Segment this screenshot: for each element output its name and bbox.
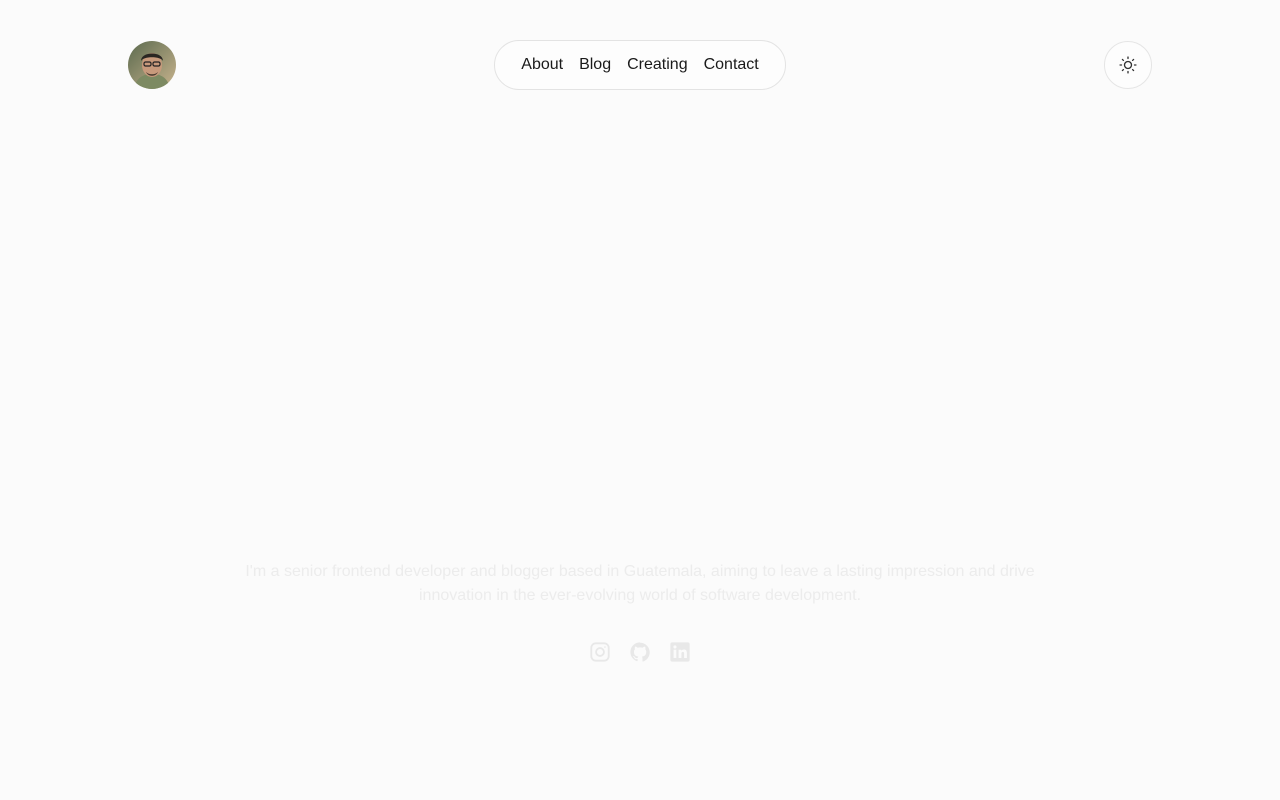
avatar	[128, 41, 176, 89]
social-links	[580, 632, 700, 672]
instagram-link[interactable]	[589, 641, 611, 663]
intro-text: I'm a senior frontend developer and blog…	[245, 563, 1035, 604]
github-link[interactable]	[629, 641, 651, 663]
main-nav: About Blog Creating Contact	[494, 40, 786, 90]
nav-item-about[interactable]: About	[513, 41, 571, 89]
theme-toggle-button[interactable]	[1104, 41, 1152, 89]
github-icon	[630, 642, 650, 662]
nav-item-blog[interactable]: Blog	[571, 41, 619, 89]
nav-item-contact[interactable]: Contact	[696, 41, 767, 89]
page: About Blog Creating Contact I'm a senior…	[0, 0, 1280, 800]
avatar-link[interactable]	[128, 41, 176, 89]
linkedin-icon	[670, 642, 690, 662]
linkedin-link[interactable]	[669, 641, 691, 663]
sun-icon	[1119, 56, 1137, 74]
instagram-icon	[590, 642, 610, 662]
nav-item-creating[interactable]: Creating	[619, 41, 695, 89]
